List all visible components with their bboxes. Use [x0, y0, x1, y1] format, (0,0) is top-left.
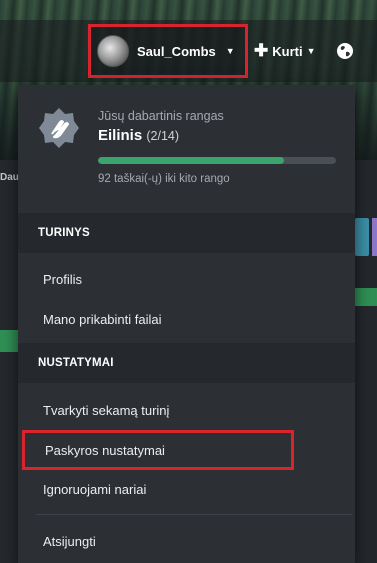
user-menu-button[interactable]: Saul_Combs ▼ — [88, 24, 248, 78]
logout-button[interactable]: Atsijungti — [18, 521, 355, 561]
background-purple-button — [372, 218, 377, 256]
background-panel-left — [0, 160, 18, 563]
menu-item-manage-followed[interactable]: Tvarkyti sekamą turinį — [18, 390, 355, 430]
background-green-badge — [355, 288, 377, 306]
rank-panel: Jūsų dabartinis rangas Eilinis (2/14) 92… — [18, 85, 355, 205]
background-green-bar — [0, 330, 18, 352]
rank-progress-bar — [98, 157, 336, 164]
menu-divider — [36, 514, 352, 515]
rank-count: (2/14) — [146, 129, 180, 143]
globe-icon — [337, 43, 353, 59]
chevron-down-icon: ▼ — [306, 46, 316, 56]
avatar — [97, 35, 129, 67]
create-label: Kurti — [272, 43, 303, 59]
background-label: Dau — [0, 172, 19, 183]
menu-item-profile[interactable]: Profilis — [18, 259, 355, 299]
menu-item-pinned-files[interactable]: Mano prikabinti failai — [18, 299, 355, 339]
plus-icon: ✚ — [254, 41, 269, 60]
create-button[interactable]: ✚ Kurti ▼ — [250, 24, 326, 78]
username-label: Saul_Combs — [137, 43, 216, 59]
user-dropdown-menu: Jūsų dabartinis rangas Eilinis (2/14) 92… — [18, 85, 355, 563]
rank-name: Eilinis (2/14) — [98, 127, 179, 144]
globe-button[interactable] — [330, 36, 360, 66]
rank-title: Eilinis — [98, 127, 143, 144]
points-to-next-rank: 92 taškai(-ų) iki kito rango — [98, 173, 230, 185]
chevron-down-icon: ▼ — [225, 46, 235, 56]
rank-progress-fill — [98, 157, 284, 164]
menu-item-account-settings[interactable]: Paskyros nustatymai — [22, 430, 294, 470]
rank-caption: Jūsų dabartinis rangas — [98, 109, 224, 123]
background-teal-button — [355, 218, 369, 256]
section-header-settings: NUSTATYMAI — [18, 343, 355, 383]
waving-hand-badge-icon — [39, 108, 79, 148]
menu-item-ignored-members[interactable]: Ignoruojami nariai — [18, 469, 355, 509]
section-header-content: TURINYS — [18, 213, 355, 253]
